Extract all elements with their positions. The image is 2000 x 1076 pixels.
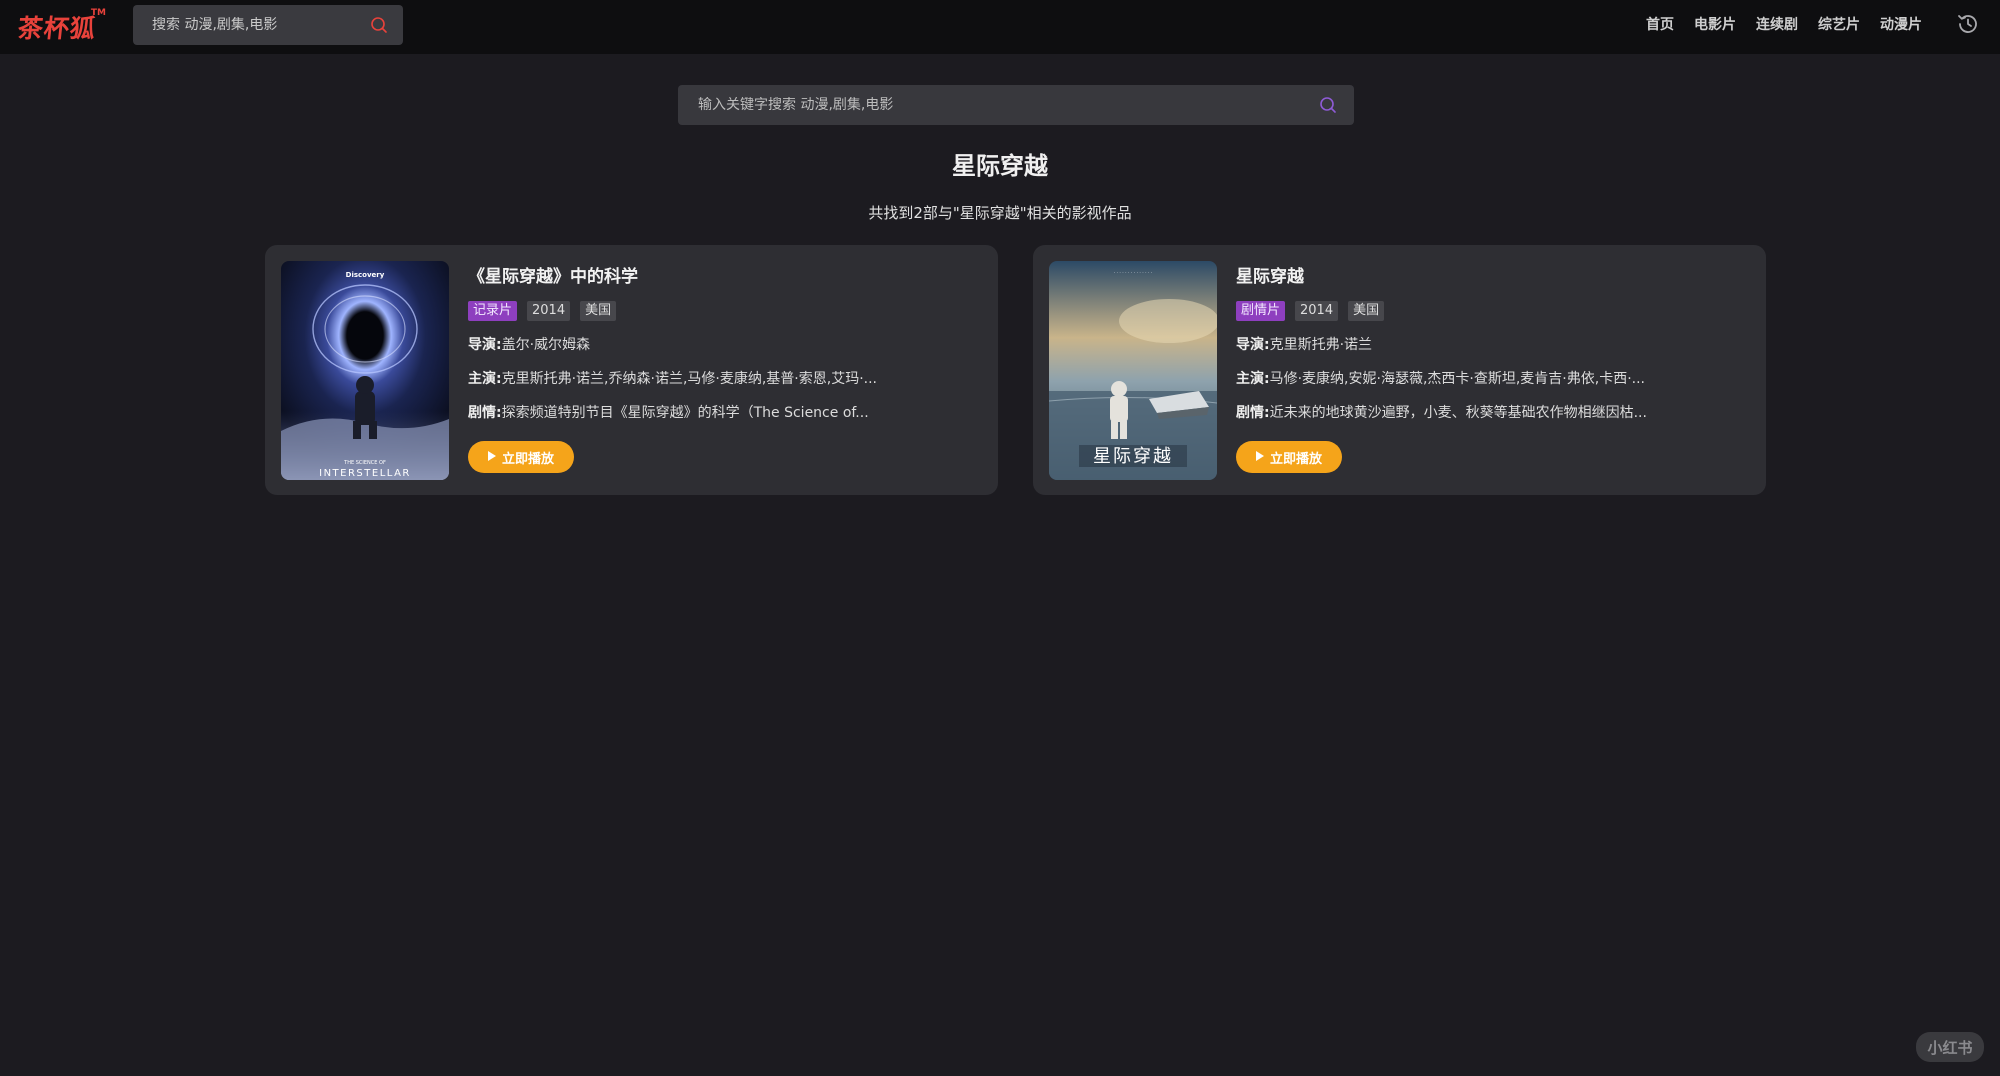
genre-tag: 剧情片 <box>1236 301 1286 321</box>
director-line: 导演:克里斯托弗·诺兰 <box>1236 335 1681 355</box>
watermark-badge: 小红书 <box>1916 1032 1984 1062</box>
result-card[interactable]: Discovery THE SCIENCE OF INTERSTELLAR 《星… <box>265 245 998 495</box>
play-icon <box>1255 450 1264 465</box>
poster-image[interactable]: Discovery THE SCIENCE OF INTERSTELLAR <box>281 261 449 480</box>
search-icon[interactable] <box>369 15 389 35</box>
cast-label: 主演: <box>468 371 502 387</box>
cast-line: 主演:马修·麦康纳,安妮·海瑟薇,杰西卡·查斯坦,麦肯吉·弗依,卡西·... <box>1236 369 1681 389</box>
svg-text:· · · · · · · · · · · · · ·: · · · · · · · · · · · · · · <box>1114 271 1153 276</box>
poster-brand: Discovery <box>346 271 385 279</box>
play-button-label: 立即播放 <box>501 451 554 467</box>
movie-title[interactable]: 星际穿越 <box>1236 265 1746 289</box>
card-info: 《星际穿越》中的科学 记录片 2014 美国 导演:盖尔·威尔姆森 主演:克里斯… <box>468 265 978 473</box>
year-tag: 2014 <box>527 301 571 321</box>
card-info: 星际穿越 剧情片 2014 美国 导演:克里斯托弗·诺兰 主演:马修·麦康纳,安… <box>1236 265 1746 473</box>
play-now-button[interactable]: 立即播放 <box>1236 441 1342 473</box>
movie-title[interactable]: 《星际穿越》中的科学 <box>468 265 978 289</box>
nav-movies[interactable]: 电影片 <box>1694 14 1736 34</box>
plot-line: 剧情:近未来的地球黄沙遍野，小麦、秋葵等基础农作物相继因枯... <box>1236 403 1681 423</box>
play-now-button[interactable]: 立即播放 <box>468 441 574 473</box>
plot-label: 剧情: <box>468 405 502 421</box>
director-label: 导演: <box>468 337 502 353</box>
poster-image[interactable]: · · · · · · · · · · · · · · 星际穿越 <box>1049 261 1217 480</box>
result-count: 共找到2部与"星际穿越"相关的影视作品 <box>868 204 1132 222</box>
play-icon <box>487 450 496 465</box>
cast-value: 马修·麦康纳,安妮·海瑟薇,杰西卡·查斯坦,麦肯吉·弗依,卡西·... <box>1269 371 1646 387</box>
site-logo[interactable]: 茶杯狐 TM <box>16 8 106 46</box>
poster-subtitle: THE SCIENCE OF <box>343 460 386 466</box>
director-label: 导演: <box>1236 337 1270 353</box>
director-value: 盖尔·威尔姆森 <box>501 337 591 353</box>
plot-value: 探索频道特别节目《星际穿越》的科学（The Science of... <box>501 405 869 421</box>
genre-tag: 记录片 <box>468 301 518 321</box>
logo-text: 茶杯狐 <box>16 14 98 43</box>
logo-trademark: TM <box>90 8 107 18</box>
top-navbar: 茶杯狐 TM 首页 电影片 连续剧 综艺片 动漫片 <box>0 0 2000 54</box>
region-tag: 美国 <box>580 301 617 321</box>
search-icon[interactable] <box>1318 95 1338 115</box>
header-search-input[interactable] <box>152 17 369 33</box>
tag-row: 记录片 2014 美国 <box>468 301 978 321</box>
nav-anime[interactable]: 动漫片 <box>1880 14 1922 34</box>
cast-label: 主演: <box>1236 371 1270 387</box>
result-card[interactable]: · · · · · · · · · · · · · · 星际穿越 星际穿越 剧情… <box>1033 245 1766 495</box>
nav-variety[interactable]: 综艺片 <box>1818 14 1860 34</box>
nav-home[interactable]: 首页 <box>1646 14 1674 34</box>
nav-series[interactable]: 连续剧 <box>1756 14 1798 34</box>
tag-row: 剧情片 2014 美国 <box>1236 301 1746 321</box>
main-nav: 首页 电影片 连续剧 综艺片 动漫片 <box>1646 0 1922 48</box>
plot-line: 剧情:探索频道特别节目《星际穿越》的科学（The Science of... <box>468 403 913 423</box>
main-search-box <box>678 85 1354 125</box>
region-tag: 美国 <box>1348 301 1385 321</box>
poster-title: INTERSTELLAR <box>319 468 411 479</box>
play-button-label: 立即播放 <box>1269 451 1322 467</box>
plot-label: 剧情: <box>1236 405 1270 421</box>
main-search-input[interactable] <box>698 97 1318 113</box>
year-tag: 2014 <box>1295 301 1339 321</box>
cast-line: 主演:克里斯托弗·诺兰,乔纳森·诺兰,马修·麦康纳,基普·索恩,艾玛·... <box>468 369 913 389</box>
director-line: 导演:盖尔·威尔姆森 <box>468 335 913 355</box>
director-value: 克里斯托弗·诺兰 <box>1269 337 1373 353</box>
history-icon[interactable] <box>1956 12 1980 36</box>
plot-value: 近未来的地球黄沙遍野，小麦、秋葵等基础农作物相继因枯... <box>1269 405 1647 421</box>
cast-value: 克里斯托弗·诺兰,乔纳森·诺兰,马修·麦康纳,基普·索恩,艾玛·... <box>501 371 878 387</box>
header-search-box <box>133 5 403 45</box>
page-title: 星际穿越 <box>952 152 1048 180</box>
poster-title: 星际穿越 <box>1093 446 1173 467</box>
